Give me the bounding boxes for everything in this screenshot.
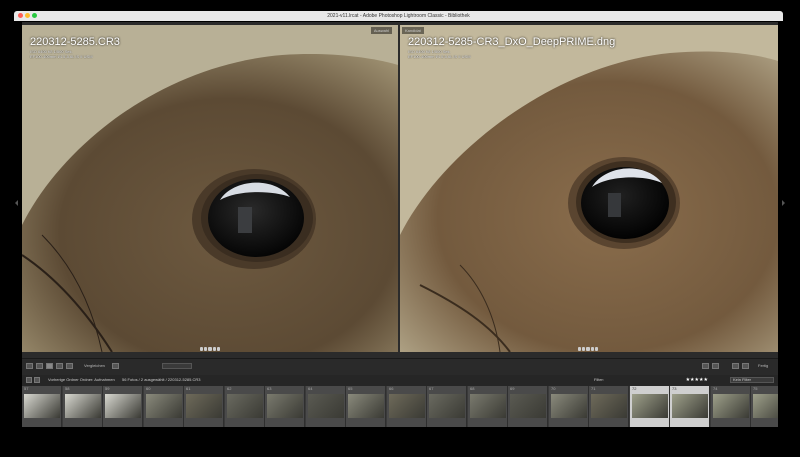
filmstrip-cell-number: 69 [510, 386, 515, 391]
window-titlebar: 2021-v11.lrcat - Adobe Photoshop Lightro… [14, 11, 783, 21]
right-filename: 220312-5285-CR3_DxO_DeepPRIME.dng [408, 36, 616, 48]
compare-view-icon[interactable] [46, 363, 53, 369]
monitor-1-icon[interactable] [26, 377, 32, 383]
filmstrip-thumbnail [227, 394, 263, 418]
filmstrip-thumbnail [510, 394, 546, 418]
left-panel-toggle-icon[interactable] [15, 200, 18, 206]
next-icon[interactable] [742, 363, 749, 369]
zoom-slider[interactable] [162, 363, 192, 369]
compare-label: Vergleichen [84, 363, 105, 368]
filmstrip-cell[interactable]: 63 [265, 386, 305, 427]
filmstrip-cell-number: 68 [470, 386, 475, 391]
loupe-view-icon[interactable] [36, 363, 43, 369]
left-lens: EF100-400mm f/4.5-5.6L IS II USM [30, 54, 93, 59]
window-title: 2021-v11.lrcat - Adobe Photoshop Lightro… [327, 13, 470, 19]
filmstrip-thumbnail [308, 394, 344, 418]
filmstrip-cell[interactable]: 71 [589, 386, 629, 427]
filmstrip-cell-number: 73 [672, 386, 677, 391]
filmstrip-source[interactable]: Vorherige Ordner Ordner: Aufnahmen [48, 377, 115, 383]
make-select-icon[interactable] [712, 363, 719, 369]
filmstrip-cell[interactable]: 59 [103, 386, 143, 427]
right-panel-toggle-icon[interactable] [782, 200, 785, 206]
filmstrip-cell-number: 74 [713, 386, 718, 391]
rating-filter[interactable]: ★★★★★ [686, 377, 708, 383]
filmstrip-cell-number: 75 [753, 386, 758, 391]
filmstrip-cell-number: 64 [308, 386, 313, 391]
monitor-2-icon[interactable] [34, 377, 40, 383]
filter-label: Filter: [594, 377, 604, 382]
filmstrip-cell[interactable]: 62 [225, 386, 265, 427]
filmstrip-cell-number: 58 [65, 386, 70, 391]
candidate-tag: Kandidat [402, 27, 424, 34]
compare-view-select[interactable]: Auswahl 220312-5285.CR3 ISO 6400 f/8 1/5… [22, 25, 398, 352]
filmstrip-thumbnail [551, 394, 587, 418]
photo-noisy-mouse [22, 25, 398, 352]
filmstrip-cell[interactable]: 58 [63, 386, 103, 427]
survey-view-icon[interactable] [56, 363, 63, 369]
lightroom-app: Auswahl 220312-5285.CR3 ISO 6400 f/8 1/5… [22, 22, 778, 427]
grid-view-icon[interactable] [26, 363, 33, 369]
filmstrip-cell-number: 65 [348, 386, 353, 391]
done-button[interactable]: Fertig [758, 363, 768, 368]
filmstrip-count: 56 Fotos / 2 ausgewählt / 220312-5285.CR… [122, 377, 201, 382]
filmstrip-cell[interactable]: 75 [751, 386, 778, 427]
filmstrip[interactable]: 5758596061626364656667686970717273747576… [22, 386, 778, 427]
filmstrip-thumbnail [65, 394, 101, 418]
select-tag: Auswahl [370, 27, 392, 34]
filmstrip-cell-number: 60 [146, 386, 151, 391]
prev-icon[interactable] [732, 363, 739, 369]
filmstrip-cell[interactable]: 66 [387, 386, 427, 427]
filter-select[interactable]: Kein Filter [730, 377, 774, 383]
filmstrip-cell[interactable]: 69 [508, 386, 548, 427]
filmstrip-cell-number: 66 [389, 386, 394, 391]
filmstrip-cell-number: 70 [551, 386, 556, 391]
filmstrip-cell[interactable]: 68 [468, 386, 508, 427]
filmstrip-thumbnail [429, 394, 465, 418]
filmstrip-cell[interactable]: 57 [22, 386, 62, 427]
filmstrip-thumbnail [632, 394, 668, 418]
filmstrip-thumbnail [24, 394, 60, 418]
filmstrip-cell[interactable]: 74 [711, 386, 751, 427]
filmstrip-thumbnail [713, 394, 749, 418]
filmstrip-cell[interactable]: 72 [630, 386, 670, 427]
filmstrip-cell[interactable]: 61 [184, 386, 224, 427]
filmstrip-cell-number: 67 [429, 386, 434, 391]
left-pager[interactable] [200, 347, 221, 351]
filmstrip-thumbnail [186, 394, 222, 418]
filmstrip-header: Vorherige Ordner Ordner: Aufnahmen 56 Fo… [22, 375, 778, 386]
filmstrip-cell[interactable]: 65 [346, 386, 386, 427]
filmstrip-thumbnail [591, 394, 627, 418]
filmstrip-cell[interactable]: 73 [670, 386, 710, 427]
filmstrip-thumbnail [267, 394, 303, 418]
filmstrip-cell[interactable]: 64 [306, 386, 346, 427]
swap-icon[interactable] [702, 363, 709, 369]
toolbar: Vergleichen Fertig [22, 358, 778, 375]
filmstrip-thumbnail [470, 394, 506, 418]
photo-denoised-mouse [400, 25, 778, 352]
right-pager[interactable] [578, 347, 599, 351]
filmstrip-cell-number: 72 [632, 386, 637, 391]
filmstrip-cell-number: 61 [186, 386, 191, 391]
filmstrip-thumbnail [348, 394, 384, 418]
filmstrip-cell-number: 71 [591, 386, 596, 391]
filmstrip-thumbnail [753, 394, 778, 418]
filmstrip-thumbnail [389, 394, 425, 418]
filmstrip-cell-number: 63 [267, 386, 272, 391]
filmstrip-cell[interactable]: 67 [427, 386, 467, 427]
filmstrip-thumbnail [672, 394, 708, 418]
compare-view-candidate[interactable]: Kandidat 220312-5285-CR3_DxO_DeepPRIME.d… [400, 25, 778, 352]
filmstrip-cell-number: 62 [227, 386, 232, 391]
filmstrip-cell[interactable]: 70 [549, 386, 589, 427]
filmstrip-cell[interactable]: 60 [144, 386, 184, 427]
filmstrip-thumbnail [105, 394, 141, 418]
right-lens: EF100-400mm f/4.5-5.6L IS II USM [408, 54, 471, 59]
lock-icon[interactable] [112, 363, 119, 369]
filmstrip-thumbnail [146, 394, 182, 418]
filmstrip-cell-number: 57 [24, 386, 29, 391]
filmstrip-cell-number: 59 [105, 386, 110, 391]
left-filename: 220312-5285.CR3 [30, 36, 120, 48]
people-view-icon[interactable] [66, 363, 73, 369]
